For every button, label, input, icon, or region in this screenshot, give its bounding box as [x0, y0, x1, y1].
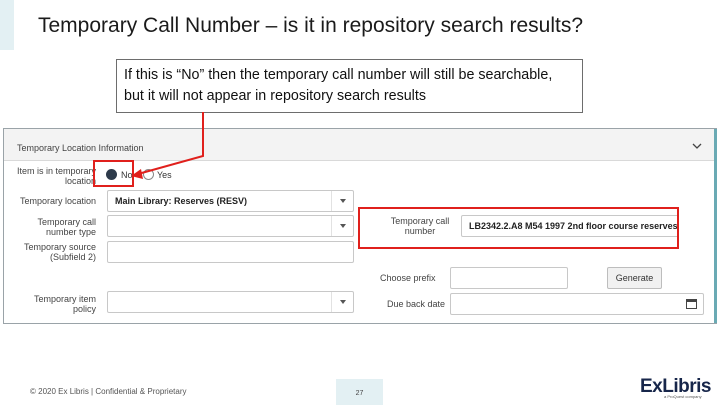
- pointer-arrow-icon: [131, 112, 204, 179]
- footer-copyright: © 2020 Ex Libris | Confidential & Propri…: [30, 387, 187, 396]
- page-number: 27: [355, 390, 364, 397]
- page-number-box: 27: [336, 379, 383, 405]
- logo-subtext: a ProQuest company: [664, 394, 702, 399]
